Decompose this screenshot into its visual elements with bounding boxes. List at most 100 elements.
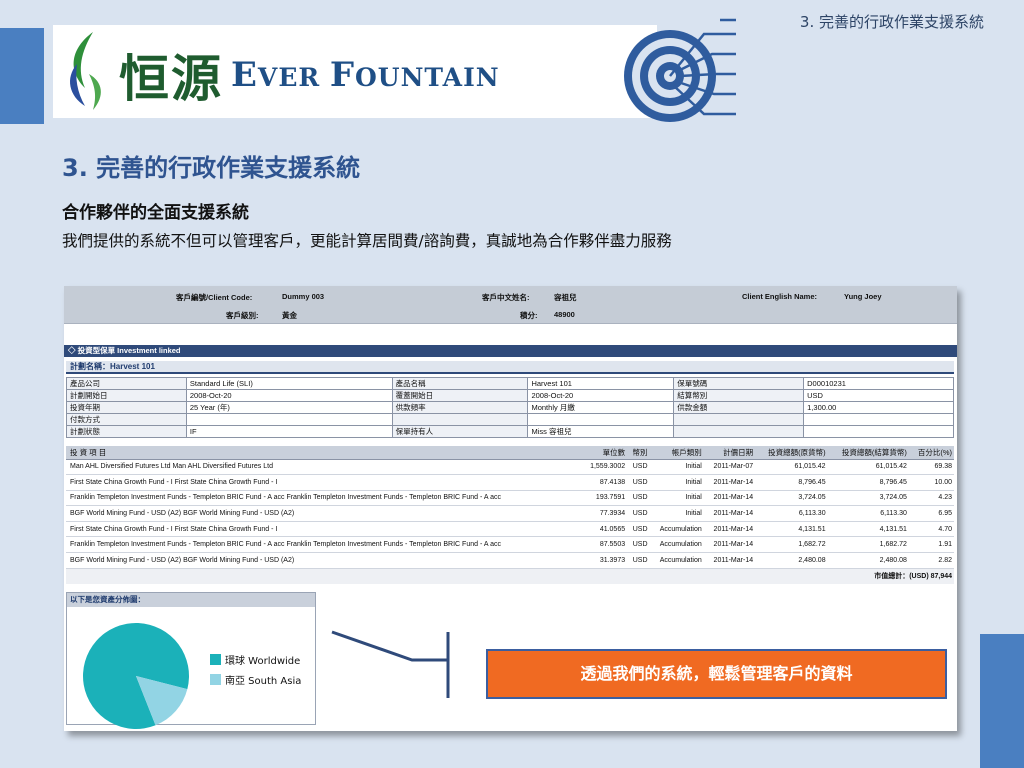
investment-cell: 4,131.51 (755, 521, 828, 538)
legend-label: 南亞 South Asia (225, 676, 302, 687)
investment-cell: 10.00 (908, 474, 954, 491)
distribution-title: 以下是您資產分佈圖： (67, 593, 315, 607)
right-accent-bar (980, 634, 1024, 768)
investment-cell: 61,015.42 (755, 459, 828, 476)
plan-info-value: 1,300.00 (803, 401, 954, 414)
plan-info-label: 產品名稱 (391, 377, 529, 390)
investment-cell: 4,131.51 (827, 521, 909, 538)
investment-column-header: 幣別 (627, 446, 650, 460)
investment-cell: 2.82 (908, 552, 954, 569)
investment-cell: USD (627, 505, 650, 522)
investment-cell: 2,480.08 (755, 552, 828, 569)
pie-legend: 環球 Worldwide 南亞 South Asia (210, 652, 301, 692)
client-en-name-label: Client English Name: (742, 292, 818, 301)
plan-info-value: 25 Year (年) (185, 401, 393, 414)
section-header-title: 3. 完善的行政作業支援系統 (799, 13, 984, 31)
investment-cell: 87.5503 (581, 536, 628, 554)
investment-cell: 4.23 (908, 490, 954, 507)
plan-info-label: 付款方式 (66, 413, 187, 426)
investment-cell: 3,724.05 (755, 490, 828, 507)
investment-cell: 77.3934 (581, 505, 628, 522)
sub-heading: 合作夥伴的全面支援系統 (62, 203, 249, 223)
plan-info-value: 2008-Oct-20 (527, 389, 675, 402)
investment-cell: Franklin Templeton Investment Funds - Te… (66, 536, 582, 554)
client-code-value: Dummy 003 (282, 292, 325, 301)
investment-cell: 2011-Mar-14 (703, 505, 756, 522)
investment-cell: BGF World Mining Fund - USD (A2) BGF Wor… (66, 505, 582, 522)
plan-info-label (391, 413, 529, 426)
plan-info-row: 計劃狀態 IF 保單持有人 Miss 容祖兒 (66, 425, 954, 438)
plan-info-value: Harvest 101 (527, 377, 675, 390)
plan-info-value: IF (185, 425, 393, 438)
investment-cell: 6,113.30 (827, 505, 909, 522)
investment-cell: Man AHL Diversified Futures Ltd Man AHL … (66, 459, 582, 476)
investment-column-header: 計價日期 (703, 446, 756, 460)
investment-column-header: 投資總額(原貨幣) (755, 446, 828, 460)
client-cn-name-value: 容祖兒 (554, 293, 577, 302)
investment-cell: Accumulation (649, 536, 704, 554)
plan-info-label: 結算幣別 (673, 389, 805, 402)
investment-cell: 69.38 (908, 459, 954, 476)
investment-cell: 193.7591 (581, 490, 628, 507)
investment-cell: 2011-Mar-14 (703, 490, 756, 507)
plan-info-row: 產品公司 Standard Life (SLI) 產品名稱 Harvest 101 保單… (66, 377, 954, 390)
investment-cell: USD (627, 459, 650, 476)
investment-cell: Franklin Templeton Investment Funds - Te… (66, 490, 582, 507)
logo-english-text: EVER FOUNTAIN (231, 55, 500, 95)
client-level-value: 黃金 (282, 311, 297, 320)
legend-label: 環球 Worldwide (225, 656, 301, 667)
client-cn-name-label: 客戶中文姓名: (482, 293, 530, 302)
investment-column-header: 投 資 項 目 (66, 446, 582, 460)
plan-info-label: 投資年期 (66, 401, 187, 414)
description-text: 我們提供的系統不但可以管理客戶，更能計算居間費/諮詢費，真誠地為合作夥伴盡力服務 (62, 232, 672, 250)
investment-column-header: 帳戶類別 (649, 446, 704, 460)
investment-cell: Accumulation (649, 521, 704, 538)
market-value-total: 市值總計：(USD) 87,944 (66, 568, 954, 584)
plan-info-value (185, 413, 393, 426)
plan-info-value: USD (803, 389, 954, 402)
investment-cell: 2011-Mar-14 (703, 536, 756, 554)
page-title: 3. 完善的行政作業支援系統 (62, 154, 361, 182)
investment-cell: Initial (649, 490, 704, 507)
investment-cell: USD (627, 521, 650, 538)
plan-info-label: 供款頻率 (391, 401, 529, 414)
investment-cell: 2011-Mar-14 (703, 521, 756, 538)
investment-row: Franklin Templeton Investment Funds - Te… (66, 536, 954, 554)
plan-info-row: 計劃開始日 2008-Oct-20 覆蓋開始日 2008-Oct-20 結算幣別 USD (66, 389, 954, 402)
investment-column-header: 投資總額(結算貨幣) (827, 446, 909, 460)
section-bar-investment-linked: ◇ 投資型保單 Investment linked (64, 345, 957, 357)
client-en-name-value: Yung Joey (844, 292, 882, 301)
client-info-band: 客戶編號/Client Code: Dummy 003 客戶中文姓名: 容祖兒 … (64, 286, 957, 324)
investment-cell: 4.70 (908, 521, 954, 538)
investment-cell: First State China Growth Fund - I First … (66, 521, 582, 538)
investment-cell: First State China Growth Fund - I First … (66, 474, 582, 491)
callout-connector (331, 630, 450, 698)
investment-cell: Initial (649, 474, 704, 491)
legend-swatch (210, 674, 221, 685)
investment-column-header: 百分比(%) (908, 446, 954, 460)
investment-cell: 2011-Mar-14 (703, 474, 756, 491)
investment-cell: BGF World Mining Fund - USD (A2) BGF Wor… (66, 552, 582, 569)
investment-cell: USD (627, 536, 650, 554)
plan-info-row: 投資年期 25 Year (年) 供款頻率 Monthly 月繳 供款金額 1,300.0… (66, 401, 954, 414)
investment-cell: USD (627, 490, 650, 507)
legend-item: 南亞 South Asia (210, 672, 301, 687)
investment-column-header: 單位數 (581, 446, 628, 460)
investment-cell: 2011-Mar-14 (703, 552, 756, 569)
callout-banner: 透過我們的系統，輕鬆管理客戶的資料 (486, 649, 947, 699)
investment-cell: 6.95 (908, 505, 954, 522)
left-accent-bar (0, 28, 44, 124)
plan-info-label (673, 425, 805, 438)
asset-distribution-panel: 以下是您資產分佈圖： 環球 Worldwide 南亞 South Asia (66, 592, 316, 729)
investment-cell: Initial (649, 505, 704, 522)
plan-info-value: Miss 容祖兒 (527, 425, 675, 438)
client-level-label: 客戶級別: (226, 311, 259, 320)
investment-table: 投 資 項 目單位數 幣別 帳戶類別 計價日期 投資總額(原貨幣) 投資總額(結算貨幣) 百… (66, 446, 954, 584)
investment-cell: USD (627, 474, 650, 491)
plan-info-label: 覆蓋開始日 (391, 389, 529, 402)
investment-row: First State China Growth Fund - I First … (66, 521, 954, 538)
plan-info-label: 計劃開始日 (66, 389, 187, 402)
investment-row: BGF World Mining Fund - USD (A2) BGF Wor… (66, 505, 954, 522)
plan-info-row: 付款方式 (66, 413, 954, 426)
plan-info-value: 2008-Oct-20 (185, 389, 393, 402)
